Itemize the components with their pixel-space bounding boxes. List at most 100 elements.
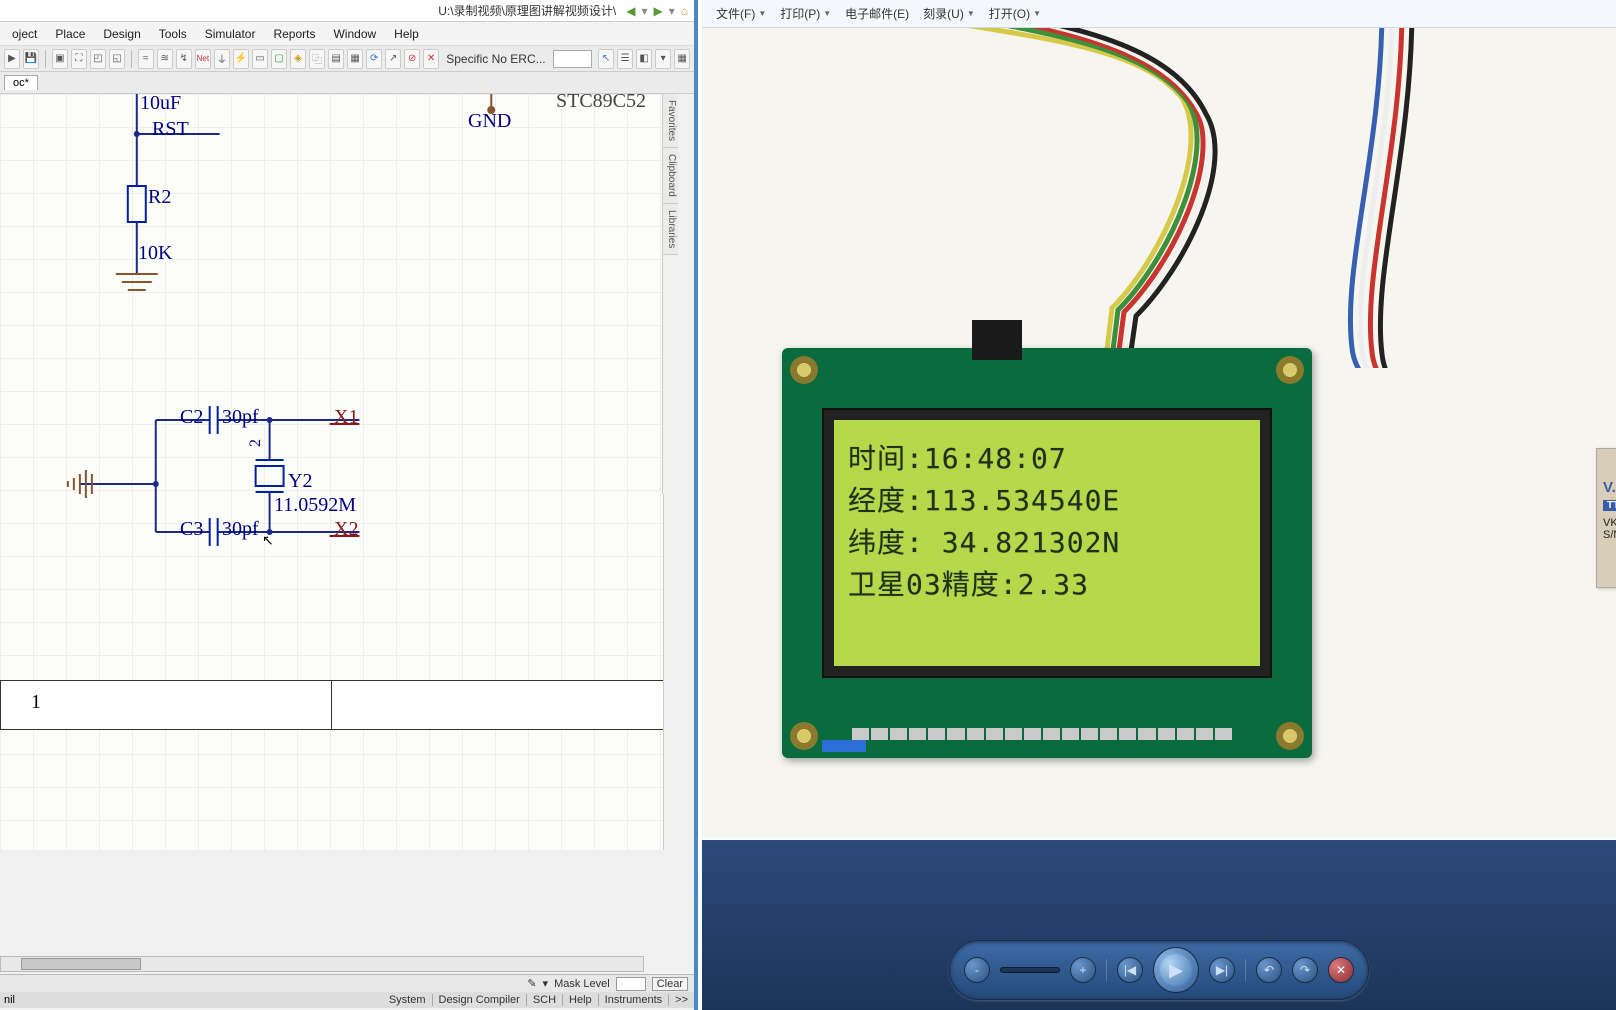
erc-label: Specific No ERC... (442, 52, 549, 66)
menu-simulator[interactable]: Simulator (197, 25, 264, 43)
menu-design[interactable]: Design (95, 25, 148, 43)
update-icon[interactable]: ⟳ (366, 49, 382, 69)
lcd-line-lng: 经度:113.534540E (848, 480, 1246, 522)
viewer-menu-file[interactable]: 文件(F)▼ (710, 3, 772, 24)
side-tab-favorites[interactable]: Favorites (663, 94, 678, 148)
grid-color-icon[interactable]: ◧ (636, 49, 652, 69)
panel-tab-sch[interactable]: SCH (526, 994, 562, 1006)
pin-header (852, 728, 1232, 740)
side-tab-libraries[interactable]: Libraries (663, 204, 678, 255)
play-icon[interactable]: ▶ (4, 49, 20, 69)
document-path: U:\录制视频\原理图讲解视频设计\ (6, 2, 620, 19)
screw-icon (1276, 356, 1304, 384)
delete-button[interactable]: ✕ (1328, 957, 1354, 983)
power-icon[interactable]: ⚡ (233, 49, 249, 69)
h-scrollbar[interactable] (0, 956, 644, 972)
zoom-slider[interactable] (1000, 967, 1060, 973)
noerc-cancel-icon[interactable]: ⊘ (404, 49, 420, 69)
more-icon[interactable]: ▾ (655, 49, 671, 69)
panel-tab-more[interactable]: >> (668, 994, 694, 1006)
gps-iface: TTL (1603, 500, 1616, 511)
gps-sn: S/N:160 (1603, 529, 1616, 541)
array-icon[interactable]: ▦ (347, 49, 363, 69)
toolbar-main: ▶ 💾 ▣ ⛶ ◰ ◱ ≈ ≋ ↯ Net ⏚ ⚡ ▭ ▢ ◈ ⿻ ▤ ▦ ⟳ … (0, 46, 694, 72)
delete-icon: ✕ (1336, 963, 1346, 977)
save-icon[interactable]: 💾 (23, 49, 39, 69)
zoom-pan-icon[interactable]: ◱ (109, 49, 125, 69)
schematic-editor-window: U:\录制视频\原理图讲解视频设计\ ◀ ▾ ▶ ▾ ⌂ oject Place… (0, 0, 698, 1010)
nav-fwd-icon[interactable]: ▶ (653, 4, 662, 18)
zoom-in-button[interactable]: + (1070, 957, 1096, 983)
select-arrow-icon[interactable]: ↖ (598, 49, 614, 69)
lcd-pcb: 时间:16:48:07 经度:113.534540E 纬度: 34.821302… (782, 348, 1312, 758)
sheet-icon[interactable]: ▢ (271, 49, 287, 69)
scrollbar-thumb[interactable] (21, 958, 141, 970)
copy-icon[interactable]: ⿻ (309, 49, 325, 69)
menu-place[interactable]: Place (47, 25, 93, 43)
pick-tool-icon[interactable]: ✎ (527, 977, 536, 990)
erc-combo[interactable] (553, 50, 592, 68)
viewer-menu-bar: 文件(F)▼ 打印(P)▼ 电子邮件(E) 刻录(U)▼ 打开(O)▼ (702, 0, 1616, 28)
zoom-select-icon[interactable]: ◰ (90, 49, 106, 69)
zoom-out-button[interactable]: - (964, 957, 990, 983)
home-icon[interactable]: ⌂ (681, 4, 688, 18)
panel-tab-system[interactable]: System (383, 994, 432, 1006)
clear-button[interactable]: Clear (652, 977, 688, 991)
screw-icon (790, 722, 818, 750)
menu-reports[interactable]: Reports (265, 25, 323, 43)
net-rst: RST (152, 118, 189, 141)
menu-help[interactable]: Help (386, 25, 427, 43)
panel-tab-dc[interactable]: Design Compiler (432, 994, 526, 1006)
netlabel-icon[interactable]: Net (195, 49, 211, 69)
wire-icon[interactable]: ≈ (138, 49, 154, 69)
noerc-x-icon[interactable]: ✕ (423, 49, 439, 69)
part-icon[interactable]: ▭ (252, 49, 268, 69)
prev-button[interactable]: |◀ (1117, 957, 1143, 983)
menu-tools[interactable]: Tools (151, 25, 195, 43)
filter-icon[interactable]: ▾ (543, 977, 549, 990)
separator-icon (131, 50, 132, 68)
cap-c2: C2 (180, 406, 203, 429)
chip-label: STC89C52 (556, 94, 646, 113)
viewer-content[interactable]: 时间:16:48:07 经度:113.534540E 纬度: 34.821302… (702, 28, 1616, 838)
panel-tab-help[interactable]: Help (562, 994, 598, 1006)
minus-icon: - (975, 963, 979, 977)
grid-icon[interactable]: ▦ (674, 49, 690, 69)
next-button[interactable]: ▶| (1209, 957, 1235, 983)
zoom-fit-icon[interactable]: ⛶ (71, 49, 87, 69)
cross-icon[interactable]: ↗ (385, 49, 401, 69)
viewer-menu-print[interactable]: 打印(P)▼ (774, 3, 837, 24)
crystal-y2-value: 11.0592M (274, 494, 356, 517)
signal-icon[interactable]: ↯ (176, 49, 192, 69)
schematic-canvas[interactable]: 10uF RST R2 10K GND STC89C52 C2 30pf C3 … (0, 94, 663, 850)
document-tab[interactable]: oc* (4, 75, 38, 90)
rotate-right-button[interactable]: ↷ (1292, 957, 1318, 983)
play-button[interactable]: ▶ (1153, 947, 1199, 993)
bus-icon[interactable]: ≋ (157, 49, 173, 69)
separator-icon (45, 50, 46, 68)
viewer-menu-email[interactable]: 电子邮件(E) (839, 3, 915, 24)
nav-dropdown2-icon[interactable]: ▾ (669, 4, 675, 18)
nav-back-icon[interactable]: ◀ (626, 4, 635, 18)
play-icon: ▶ (1169, 960, 1183, 981)
panel-tab-instruments[interactable]: Instruments (598, 994, 668, 1006)
side-tab-clipboard[interactable]: Clipboard (663, 148, 678, 204)
menu-window[interactable]: Window (325, 25, 384, 43)
next-icon: ▶| (1216, 963, 1228, 977)
zoom-area-icon[interactable]: ▣ (52, 49, 68, 69)
viewer-menu-open[interactable]: 打开(O)▼ (983, 3, 1047, 24)
paste-icon[interactable]: ▤ (328, 49, 344, 69)
mask-level-input[interactable] (616, 977, 646, 991)
status-bar-lower: ✎ ▾ Mask Level Clear (0, 974, 694, 992)
lcd-screen: 时间:16:48:07 经度:113.534540E 纬度: 34.821302… (834, 420, 1260, 666)
ground-icon[interactable]: ⏚ (214, 49, 230, 69)
port-icon[interactable]: ◈ (290, 49, 306, 69)
media-controls: - + |◀ ▶ ▶| ↶ ↷ ✕ (949, 940, 1369, 1000)
rotate-left-button[interactable]: ↶ (1256, 957, 1282, 983)
gps-brand: V.KEL (1603, 479, 1616, 496)
viewer-menu-burn[interactable]: 刻录(U)▼ (917, 3, 981, 24)
trimmer-pot (822, 740, 866, 752)
align-icon[interactable]: ☰ (617, 49, 633, 69)
menu-project[interactable]: oject (4, 25, 45, 43)
nav-dropdown-icon[interactable]: ▾ (641, 4, 647, 18)
